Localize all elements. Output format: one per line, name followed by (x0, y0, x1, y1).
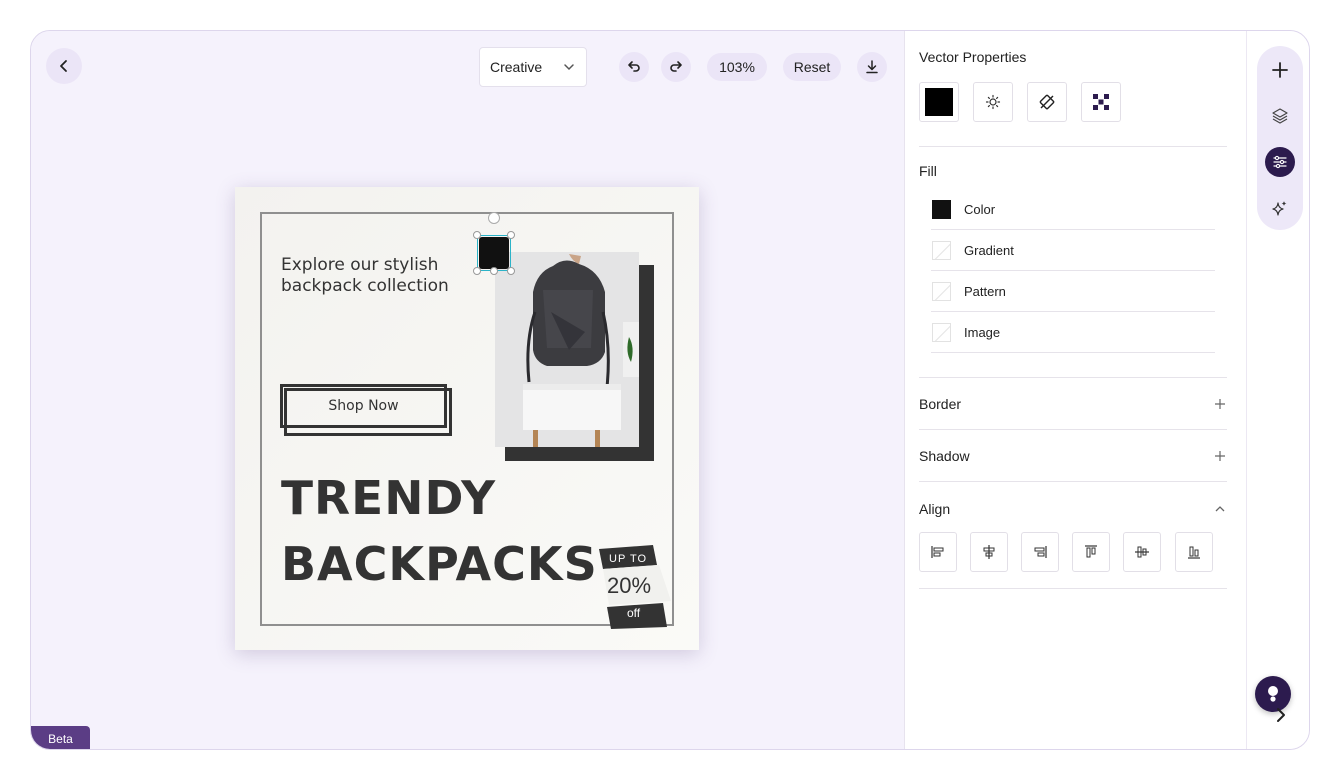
divider (919, 588, 1227, 589)
title-line-2[interactable]: BACKPACKS (281, 537, 598, 591)
discount-badge[interactable]: UP TO 20% off (597, 545, 675, 629)
chevron-down-icon (564, 64, 574, 71)
divider (919, 146, 1227, 147)
fill-option-color[interactable]: Color (931, 189, 1215, 230)
editor-window: Creative 103% Reset Explore our stylish … (30, 30, 1310, 750)
badge-bottom-text: off (627, 606, 641, 620)
chevron-right-icon (1277, 708, 1285, 722)
assistant-icon (1268, 686, 1278, 702)
artboard-headline[interactable]: Explore our stylish backpack collection (281, 255, 481, 297)
properties-button[interactable] (1265, 147, 1295, 177)
fill-option-label: Gradient (964, 242, 1014, 258)
mode-select-value: Creative (490, 59, 543, 75)
add-element-button[interactable] (1265, 55, 1295, 85)
shop-now-cta[interactable]: Shop Now (280, 384, 447, 428)
plus-icon (1272, 62, 1288, 78)
brightness-tool[interactable] (973, 82, 1013, 122)
canvas-area: Creative 103% Reset Explore our stylish … (31, 31, 904, 749)
sparkles-icon (1272, 201, 1287, 216)
empty-swatch-icon (932, 281, 951, 301)
layers-button[interactable] (1265, 101, 1295, 131)
transparency-tool[interactable] (1081, 82, 1121, 122)
align-top-icon (1085, 545, 1097, 558)
chevron-left-icon (60, 60, 67, 72)
title-line-1[interactable]: TRENDY (281, 471, 496, 525)
align-middle-button[interactable] (1123, 532, 1161, 572)
align-section-title[interactable]: Align (919, 501, 950, 517)
fill-section-title: Fill (919, 163, 937, 179)
color-swatch (925, 88, 953, 116)
undo-icon (628, 61, 640, 72)
layers-icon (1272, 108, 1288, 124)
checkerboard-icon (1093, 94, 1109, 110)
beta-badge: Beta (31, 726, 90, 749)
shadow-section-title[interactable]: Shadow (919, 448, 970, 464)
fill-option-gradient[interactable]: Gradient (931, 230, 1215, 271)
align-right-icon (1034, 546, 1047, 558)
resize-handle-tl[interactable] (473, 231, 481, 239)
reset-button[interactable]: Reset (783, 53, 841, 81)
fill-option-label: Color (964, 201, 996, 217)
rotate-handle[interactable] (488, 212, 500, 224)
flip-rotate-icon (1039, 94, 1055, 110)
empty-swatch-icon (932, 240, 951, 260)
rail-toolbar (1257, 46, 1303, 230)
brightness-icon (985, 94, 1001, 110)
fill-option-label: Pattern (964, 283, 1006, 299)
zoom-level[interactable]: 103% (707, 53, 767, 81)
download-icon (866, 60, 878, 74)
badge-value-text: 20% (607, 573, 652, 598)
redo-icon (670, 61, 682, 72)
panel-title: Vector Properties (919, 49, 1027, 65)
backpack-illustration (495, 252, 639, 447)
download-button[interactable] (857, 52, 887, 82)
sliders-icon (1273, 155, 1287, 169)
right-rail (1246, 31, 1309, 749)
resize-handle-bottom[interactable] (490, 267, 498, 275)
add-border-icon[interactable] (1214, 398, 1226, 410)
fill-color-tool[interactable] (919, 82, 959, 122)
backpack-photo[interactable] (495, 252, 639, 447)
selected-vector-shape[interactable] (479, 237, 509, 269)
align-center-vertical-icon (1135, 546, 1149, 558)
redo-button[interactable] (661, 52, 691, 82)
divider (919, 429, 1227, 430)
align-top-button[interactable] (1072, 532, 1110, 572)
flip-tool[interactable] (1027, 82, 1067, 122)
resize-handle-bl[interactable] (473, 267, 481, 275)
align-center-horizontal-icon (983, 545, 995, 559)
fill-option-pattern[interactable]: Pattern (931, 271, 1215, 312)
border-section-title[interactable]: Border (919, 396, 961, 412)
empty-swatch-icon (932, 322, 951, 342)
resize-handle-br[interactable] (507, 267, 515, 275)
chevron-up-icon[interactable] (1214, 503, 1226, 515)
add-shadow-icon[interactable] (1214, 450, 1226, 462)
fill-option-label: Image (964, 324, 1001, 340)
resize-handle-tr[interactable] (507, 231, 515, 239)
divider (919, 481, 1227, 482)
undo-button[interactable] (619, 52, 649, 82)
design-artboard[interactable]: Explore our stylish backpack collection … (235, 187, 699, 650)
properties-panel: Vector Properties Fill Color Gradient Pa… (904, 31, 1246, 749)
expand-panel-button[interactable] (1271, 703, 1291, 727)
divider (919, 377, 1227, 378)
fill-option-image[interactable]: Image (931, 312, 1215, 353)
mode-select[interactable]: Creative (479, 47, 587, 87)
fill-color-swatch (932, 199, 951, 219)
align-right-button[interactable] (1021, 532, 1059, 572)
back-button[interactable] (46, 48, 82, 84)
align-bottom-button[interactable] (1175, 532, 1213, 572)
align-bottom-icon (1188, 546, 1200, 559)
align-left-icon (931, 546, 944, 558)
ai-magic-button[interactable] (1265, 193, 1295, 223)
align-center-h-button[interactable] (970, 532, 1008, 572)
badge-top-text: UP TO (609, 553, 648, 565)
align-left-button[interactable] (919, 532, 957, 572)
